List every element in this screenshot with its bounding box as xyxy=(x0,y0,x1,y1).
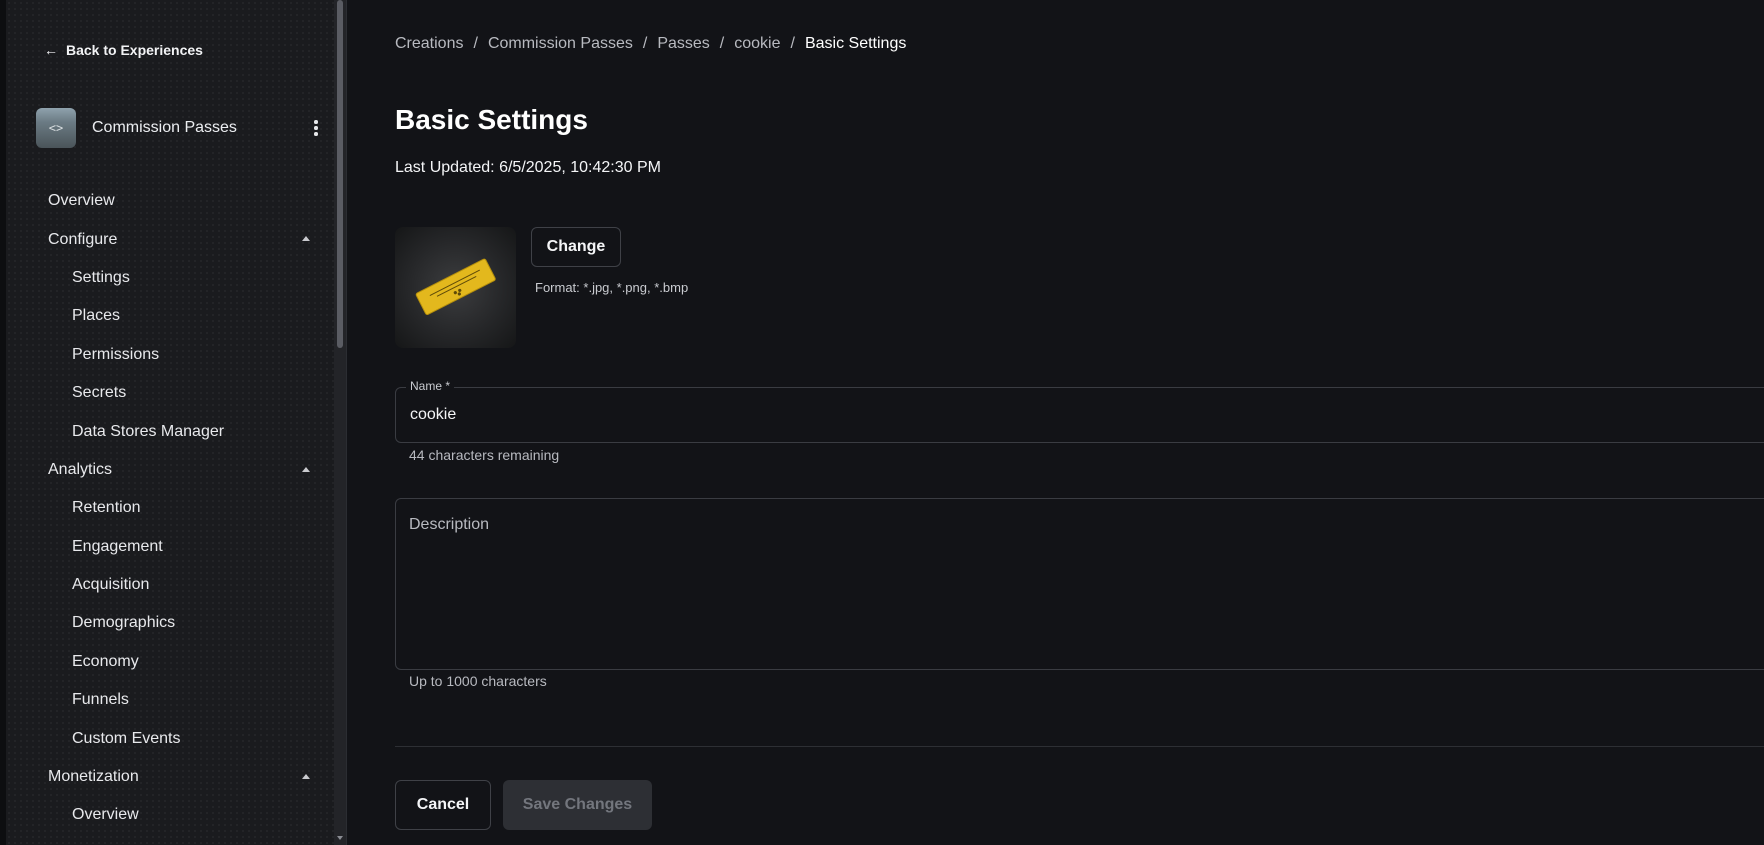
name-field-label: Name * xyxy=(406,379,455,393)
more-options-icon[interactable] xyxy=(306,120,326,136)
sidebar-item-label: Engagement xyxy=(72,537,163,555)
sidebar-item-label: Secrets xyxy=(72,384,127,402)
sidebar-item-overview[interactable]: Overview xyxy=(6,796,340,834)
last-updated-text: Last Updated: 6/5/2025, 10:42:30 PM xyxy=(395,159,661,176)
sidebar-item-label: Data Stores Manager xyxy=(72,422,225,440)
ticket-icon xyxy=(415,258,496,316)
back-link-label: Back to Experiences xyxy=(66,42,203,58)
sidebar-item-label: Settings xyxy=(72,268,130,286)
chevron-up-icon[interactable] xyxy=(302,236,310,242)
breadcrumb: Creations / Commission Passes / Passes / cooki… xyxy=(395,35,906,53)
sidebar-item-label: Overview xyxy=(48,192,115,210)
sidebar-item-label: Overview xyxy=(72,806,139,824)
sidebar-item-label: Acquisition xyxy=(72,576,150,594)
sidebar-item-label: Analytics xyxy=(48,460,113,478)
sidebar-item-demographics[interactable]: Demographics xyxy=(6,604,340,642)
description-input[interactable] xyxy=(409,516,1709,656)
sidebar-item-monetization[interactable]: Monetization xyxy=(6,758,340,796)
breadcrumb-link[interactable]: Commission Passes xyxy=(488,35,633,53)
sidebar-item-places[interactable]: Places xyxy=(6,297,340,335)
sidebar-item-label: Permissions xyxy=(72,345,160,363)
chevron-up-icon[interactable] xyxy=(302,773,310,779)
name-helper-text: 44 characters remaining xyxy=(409,447,560,463)
code-icon: <> xyxy=(48,121,64,135)
scroll-down-arrow-icon[interactable] xyxy=(337,836,343,840)
name-field: Name * xyxy=(395,379,1764,443)
sidebar-nav: Overview Configure Settings Places Permissio… xyxy=(6,182,340,835)
name-input[interactable] xyxy=(410,406,1010,424)
breadcrumb-separator: / xyxy=(719,35,725,52)
form-divider xyxy=(395,746,1764,747)
experience-header: <> Commission Passes xyxy=(36,107,326,149)
breadcrumb-link[interactable]: Passes xyxy=(657,35,709,53)
breadcrumb-link[interactable]: cookie xyxy=(734,35,780,53)
sidebar-divider xyxy=(346,0,347,845)
change-image-button[interactable]: Change xyxy=(531,227,621,267)
breadcrumb-separator: / xyxy=(473,35,478,52)
breadcrumb-current: Basic Settings xyxy=(804,35,907,52)
sidebar-item-analytics[interactable]: Analytics xyxy=(6,451,340,489)
sidebar-item-economy[interactable]: Economy xyxy=(6,643,340,681)
sidebar-item-retention[interactable]: Retention xyxy=(6,489,340,527)
sidebar-item-acquisition[interactable]: Acquisition xyxy=(6,566,340,604)
breadcrumb-separator: / xyxy=(790,35,795,52)
sidebar-item-engagement[interactable]: Engagement xyxy=(6,528,340,566)
page-title: Basic Settings xyxy=(395,104,588,135)
cancel-button[interactable]: Cancel xyxy=(395,780,491,830)
experience-name: Commission Passes xyxy=(92,119,237,136)
sidebar-item-secrets[interactable]: Secrets xyxy=(6,374,340,412)
sidebar-item-data-stores-manager[interactable]: Data Stores Manager xyxy=(6,412,340,450)
sidebar-item-overview[interactable]: Overview xyxy=(6,182,340,220)
main-content: Creations / Commission Passes / Passes / cooki… xyxy=(395,0,1764,845)
sidebar-item-configure[interactable]: Configure xyxy=(6,220,340,258)
sidebar-item-custom-events[interactable]: Custom Events xyxy=(6,719,340,757)
description-field xyxy=(395,498,1764,670)
back-to-experiences-link[interactable]: ← Back to Experiences xyxy=(44,42,203,58)
description-helper-text: Up to 1000 characters xyxy=(409,673,547,689)
sidebar-item-funnels[interactable]: Funnels xyxy=(6,681,340,719)
breadcrumb-separator: / xyxy=(642,35,648,52)
experience-thumbnail: <> xyxy=(36,108,76,148)
sidebar-item-label: Retention xyxy=(72,499,141,517)
sidebar-item-permissions[interactable]: Permissions xyxy=(6,336,340,374)
sidebar-item-label: Custom Events xyxy=(72,729,181,747)
arrow-left-icon: ← xyxy=(44,42,58,58)
sidebar-item-label: Monetization xyxy=(48,768,139,786)
breadcrumb-link[interactable]: Creations xyxy=(395,35,463,53)
format-hint: Format: *.jpg, *.png, *.bmp xyxy=(535,280,689,295)
sidebar-item-label: Configure xyxy=(48,230,118,248)
sidebar-item-settings[interactable]: Settings xyxy=(6,259,340,297)
sidebar-item-label: Places xyxy=(72,307,121,325)
chevron-up-icon[interactable] xyxy=(302,466,310,472)
app-root: ← Back to Experiences <> Commission Pass… xyxy=(0,0,1764,845)
sidebar-item-label: Economy xyxy=(72,652,139,670)
sidebar-item-label: Demographics xyxy=(72,614,176,632)
save-changes-button[interactable]: Save Changes xyxy=(503,780,652,830)
sidebar-scrollbar-thumb[interactable] xyxy=(337,0,343,348)
pass-image xyxy=(395,227,516,348)
sidebar: ← Back to Experiences <> Commission Pass… xyxy=(0,0,340,845)
sidebar-item-label: Funnels xyxy=(72,691,129,709)
